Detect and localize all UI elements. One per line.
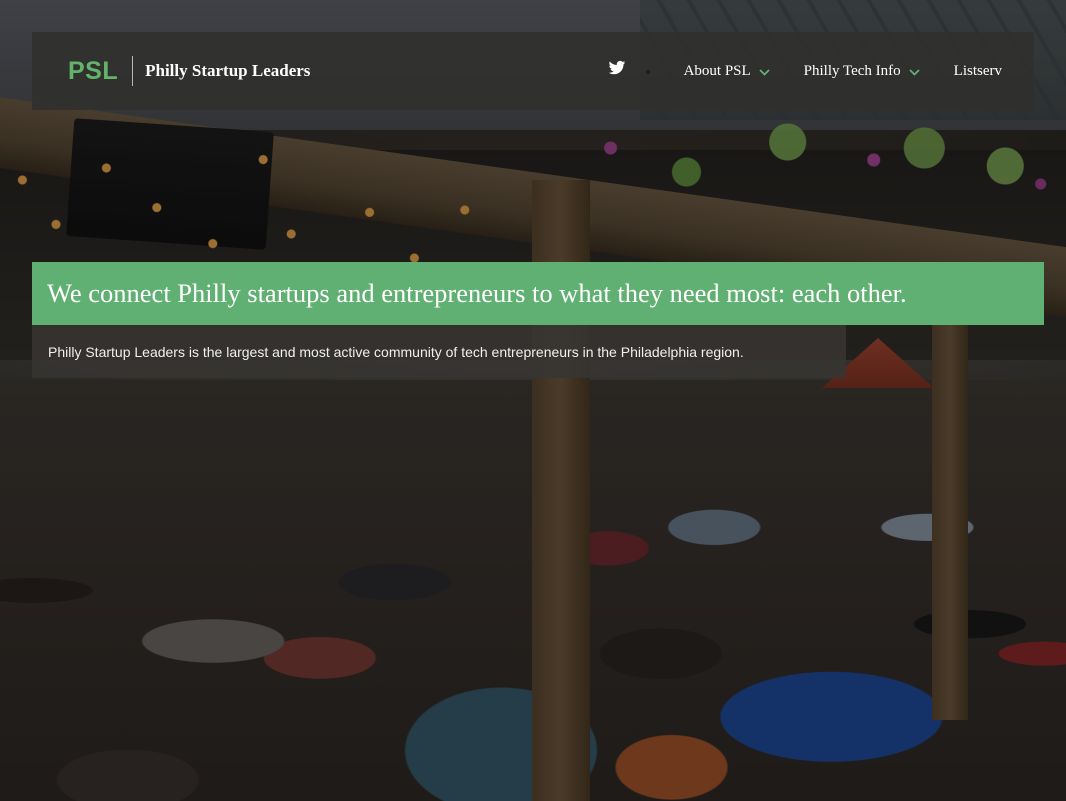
brand-home-link[interactable]: PSL Philly Startup Leaders [68,56,310,86]
hero-headline: We connect Philly startups and entrepren… [32,262,1044,325]
nav-item-about-psl[interactable]: About PSL [684,63,770,80]
twitter-icon[interactable] [608,59,626,77]
hero-background-photo [0,0,1066,801]
background-dim-overlay [0,0,1066,801]
nav-item-label: Listserv [953,62,1002,79]
nav-item-label: About PSL [683,62,751,79]
brand-divider [132,56,134,86]
chevron-down-icon [759,68,770,76]
top-navbar: PSL Philly Startup Leaders About PSL Phi… [32,32,1034,110]
nav-item-label: Philly Tech Info [803,62,901,79]
psl-logo: PSL [68,56,119,85]
nav-item-listserv[interactable]: Listserv [954,63,1002,80]
chevron-down-icon [909,68,920,76]
site-name: Philly Startup Leaders [145,61,311,80]
hero-subtext: Philly Startup Leaders is the largest an… [32,325,846,378]
nav-separator-dot [645,70,650,74]
nav-menu: About PSL Philly Tech Info Listserv [608,32,1002,110]
nav-item-philly-tech-info[interactable]: Philly Tech Info [804,63,920,80]
